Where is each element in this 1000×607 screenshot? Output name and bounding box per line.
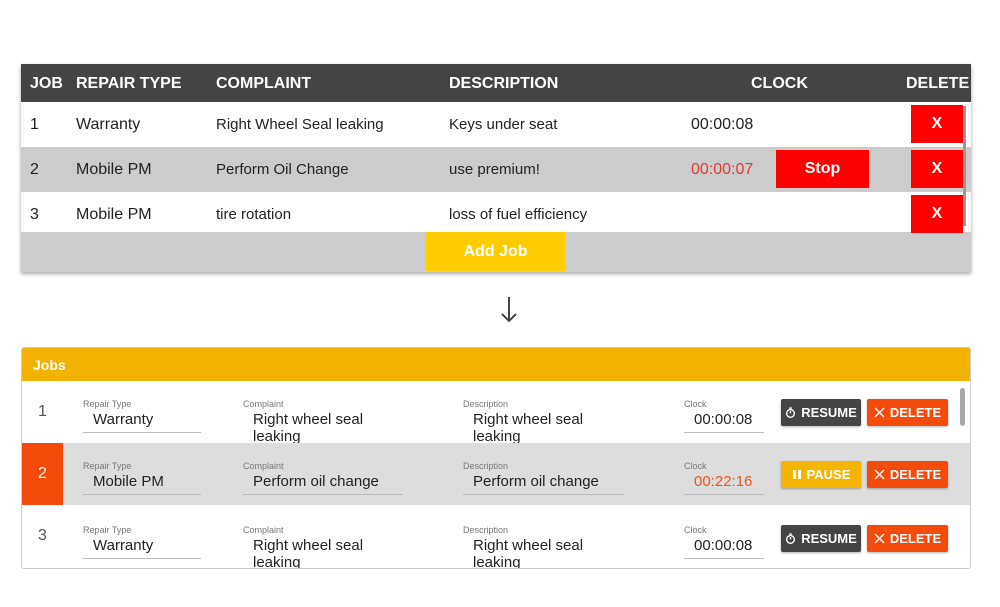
- button-label: DELETE: [889, 531, 942, 546]
- table-row[interactable]: 1 Warranty Right Wheel Seal leaking Keys…: [21, 102, 971, 147]
- repair-type-field[interactable]: Mobile PM: [83, 473, 201, 495]
- table-row[interactable]: 3 Mobile PM tire rotation loss of fuel e…: [21, 192, 971, 233]
- description: loss of fuel efficiency: [449, 206, 588, 223]
- timer-icon: [785, 533, 796, 544]
- clock-label: Clock: [684, 461, 707, 471]
- header-repair-type: REPAIR TYPE: [76, 75, 182, 92]
- complaint-label: Complaint: [243, 525, 284, 535]
- clock: 00:00:08: [691, 116, 754, 133]
- job-number: 1: [30, 116, 39, 133]
- complaint: Right Wheel Seal leaking: [216, 116, 384, 133]
- repair-type: Mobile PM: [76, 161, 152, 178]
- job-row[interactable]: 2 Repair Type Mobile PM Complaint Perfor…: [22, 443, 970, 505]
- button-label: DELETE: [889, 405, 942, 420]
- job-row[interactable]: 3 Repair Type Warranty Complaint Right w…: [22, 505, 970, 568]
- clock-field[interactable]: 00:22:16: [684, 473, 764, 495]
- description: Keys under seat: [449, 116, 558, 133]
- complaint-field[interactable]: Right wheel seal leaking: [243, 537, 403, 568]
- timer-icon: [785, 407, 796, 418]
- description-label: Description: [463, 461, 509, 471]
- clock-field[interactable]: 00:00:08: [684, 537, 764, 559]
- job-row[interactable]: 1 Repair Type Warranty Complaint Right w…: [22, 381, 970, 450]
- repair-type-label: Repair Type: [83, 461, 132, 471]
- complaint-label: Complaint: [243, 399, 284, 409]
- description: use premium!: [449, 161, 540, 178]
- close-icon: [874, 533, 885, 544]
- scrollbar[interactable]: [963, 106, 966, 226]
- header-complaint: COMPLAINT: [216, 75, 312, 92]
- clock-field[interactable]: 00:00:08: [684, 411, 764, 433]
- delete-button[interactable]: DELETE: [867, 399, 948, 426]
- button-label: DELETE: [889, 467, 942, 482]
- complaint: tire rotation: [216, 206, 292, 223]
- complaint-field[interactable]: Perform oil change: [243, 473, 403, 495]
- pause-icon: [792, 469, 802, 480]
- header-clock: CLOCK: [751, 75, 808, 92]
- table-header: JOB REPAIR TYPE COMPLAINT DESCRIPTION CL…: [21, 64, 971, 102]
- stop-button[interactable]: Stop: [776, 150, 869, 188]
- repair-type-field[interactable]: Warranty: [83, 537, 201, 559]
- job-number: 1: [38, 403, 47, 420]
- table-row[interactable]: 2 Mobile PM Perform Oil Change use premi…: [21, 147, 971, 192]
- job-number: 3: [30, 206, 39, 223]
- clock: 00:00:07: [691, 161, 754, 178]
- add-job-button[interactable]: Add Job: [426, 232, 565, 271]
- repair-type-field[interactable]: Warranty: [83, 411, 201, 433]
- button-label: PAUSE: [806, 467, 851, 482]
- close-icon: [874, 407, 885, 418]
- close-icon: [874, 469, 885, 480]
- clock-label: Clock: [684, 399, 707, 409]
- resume-button[interactable]: RESUME: [781, 399, 861, 426]
- complaint-label: Complaint: [243, 461, 284, 471]
- repair-type: Warranty: [76, 116, 141, 133]
- description-label: Description: [463, 525, 509, 535]
- resume-button[interactable]: RESUME: [781, 525, 861, 552]
- button-label: RESUME: [801, 405, 857, 420]
- repair-type-label: Repair Type: [83, 399, 132, 409]
- delete-button[interactable]: X: [911, 195, 963, 233]
- delete-button[interactable]: DELETE: [867, 525, 948, 552]
- arrow-down-icon: [501, 297, 517, 323]
- repair-type-label: Repair Type: [83, 525, 132, 535]
- pause-button[interactable]: PAUSE: [781, 461, 861, 488]
- delete-button[interactable]: X: [911, 105, 963, 143]
- complaint: Perform Oil Change: [216, 161, 349, 178]
- repair-type: Mobile PM: [76, 206, 152, 223]
- jobs-card: Jobs 1 Repair Type Warranty Complaint Ri…: [21, 347, 971, 569]
- job-number: 2: [30, 161, 39, 178]
- header-description: DESCRIPTION: [449, 75, 559, 92]
- header-job: JOB: [30, 75, 63, 92]
- header-delete: DELETE: [906, 75, 970, 92]
- old-jobs-table: JOB REPAIR TYPE COMPLAINT DESCRIPTION CL…: [21, 64, 971, 272]
- description-label: Description: [463, 399, 509, 409]
- description-field[interactable]: Right wheel seal leaking: [463, 537, 624, 568]
- button-label: RESUME: [801, 531, 857, 546]
- job-number: 2: [38, 465, 47, 482]
- description-field[interactable]: Perform oil change: [463, 473, 624, 495]
- card-title: Jobs: [22, 348, 970, 381]
- delete-button[interactable]: X: [911, 150, 963, 188]
- delete-button[interactable]: DELETE: [867, 461, 948, 488]
- clock-label: Clock: [684, 525, 707, 535]
- scrollbar[interactable]: [960, 388, 965, 426]
- job-number: 3: [38, 527, 47, 544]
